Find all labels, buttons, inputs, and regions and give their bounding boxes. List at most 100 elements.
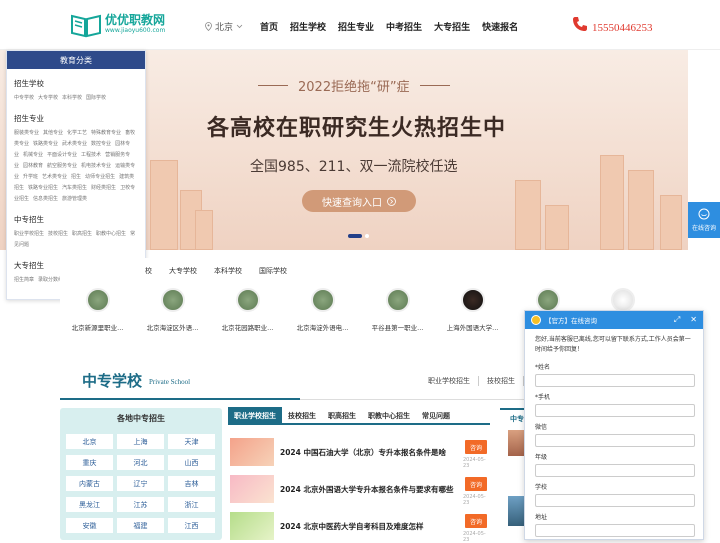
category-link[interactable]: 平面设计专业	[47, 152, 77, 158]
school-card[interactable]: 上海外国语大学...	[435, 288, 510, 332]
news-title[interactable]: 2024 北京中医药大学自考科目及难度怎样	[280, 521, 423, 532]
grade-input[interactable]	[535, 464, 695, 477]
category-link[interactable]: 职教中心招生	[96, 231, 126, 237]
nav-home[interactable]: 首页	[260, 20, 278, 33]
nav-dazhuan[interactable]: 大专招生	[434, 20, 470, 33]
news-tab[interactable]: 职高招生	[322, 407, 362, 424]
category-link[interactable]: 幼师专业招生	[85, 174, 115, 180]
news-date: 2024-05-23	[463, 531, 486, 543]
category-link[interactable]: 招生简章	[14, 277, 34, 283]
region-city-link[interactable]: 重庆	[66, 455, 113, 470]
consult-button[interactable]: 咨询	[465, 477, 487, 491]
region-city-link[interactable]: 江苏	[117, 497, 164, 512]
carousel-dot-active[interactable]	[348, 234, 362, 238]
school-card[interactable]: 北京海淀外语电...	[285, 288, 360, 332]
category-link[interactable]: 航空服务专业	[47, 163, 77, 169]
category-link[interactable]: 本科学校	[62, 95, 82, 101]
school-card[interactable]: 北京花园路职业...	[210, 288, 285, 332]
region-city-link[interactable]: 河北	[117, 455, 164, 470]
school-card[interactable]: 平谷县第一职业...	[360, 288, 435, 332]
consult-button[interactable]: 咨询	[465, 440, 487, 454]
close-icon[interactable]: ✕	[690, 315, 697, 325]
region-city-link[interactable]: 黑龙江	[66, 497, 113, 512]
school-card[interactable]: 北京新源里职业...	[60, 288, 135, 332]
online-consult-tab[interactable]: 在线咨询	[688, 202, 720, 238]
phone-input[interactable]	[535, 404, 695, 417]
category-link[interactable]: 园林教育	[23, 163, 43, 169]
news-item[interactable]: 2024 中国石油大学（北京）专升本报名条件是啥 咨询 2024-05-23	[230, 438, 488, 469]
category-link[interactable]: 职高招生	[72, 231, 92, 237]
news-tab[interactable]: 常见问题	[416, 407, 456, 424]
name-input[interactable]	[535, 374, 695, 387]
section-tab[interactable]: 职业学校招生	[420, 376, 479, 386]
category-link[interactable]: 数控专业	[91, 141, 111, 147]
category-link[interactable]: 艺术类专业	[42, 174, 67, 180]
news-tab[interactable]: 职教中心招生	[362, 407, 416, 424]
news-tab-active[interactable]: 职业学校招生	[228, 407, 282, 424]
category-link[interactable]: 铁路类专业	[33, 141, 58, 147]
category-title[interactable]: 招生学校	[14, 78, 138, 89]
region-city-link[interactable]: 山西	[168, 455, 215, 470]
school-name: 北京花园路职业...	[221, 324, 274, 332]
category-title[interactable]: 招生专业	[14, 113, 138, 124]
expand-icon[interactable]: ⤢	[674, 315, 680, 325]
category-link[interactable]: 旅游管理类	[62, 196, 87, 202]
nav-schools[interactable]: 招生学校	[290, 20, 326, 33]
category-link[interactable]: 工程技术	[81, 152, 101, 158]
category-link[interactable]: 铁路专业招生	[28, 185, 58, 191]
category-link[interactable]: 大专学校	[38, 95, 58, 101]
category-link[interactable]: 机械专业	[23, 152, 43, 158]
region-city-link[interactable]: 辽宁	[117, 476, 164, 491]
school-name: 北京海淀外语电...	[296, 324, 349, 332]
section-tab[interactable]: 技校招生	[479, 376, 524, 386]
category-link[interactable]: 化学工艺	[67, 130, 87, 136]
region-city-link[interactable]: 天津	[168, 434, 215, 449]
region-city-link[interactable]: 内蒙古	[66, 476, 113, 491]
news-title[interactable]: 2024 北京外国语大学专升本报名条件与要求有哪些	[280, 484, 453, 495]
category-link[interactable]: 职业学校招生	[14, 231, 44, 237]
news-title[interactable]: 2024 中国石油大学（北京）专升本报名条件是啥	[280, 447, 446, 458]
phone-contact[interactable]: 15550446253	[572, 14, 653, 34]
category-link[interactable]: 招生	[71, 174, 81, 180]
category-link[interactable]: 汽车类招生	[62, 185, 87, 191]
region-city-link[interactable]: 福建	[117, 518, 164, 533]
region-city-link[interactable]: 上海	[117, 434, 164, 449]
category-link[interactable]: 技校招生	[48, 231, 68, 237]
news-tab[interactable]: 技校招生	[282, 407, 322, 424]
school-tab[interactable]: 本科学校	[214, 266, 242, 276]
category-title[interactable]: 中专招生	[14, 214, 138, 225]
region-city-link[interactable]: 浙江	[168, 497, 215, 512]
region-city-link[interactable]: 江西	[168, 518, 215, 533]
address-input[interactable]	[535, 524, 695, 537]
region-city-link[interactable]: 北京	[66, 434, 113, 449]
city-selector[interactable]: 北京	[205, 20, 243, 33]
category-link[interactable]: 升学班	[23, 174, 38, 180]
category-link[interactable]: 服装类专业	[14, 130, 39, 136]
category-link[interactable]: 国际学校	[86, 95, 106, 101]
school-tab[interactable]: 大专学校	[169, 266, 197, 276]
region-city-link[interactable]: 安徽	[66, 518, 113, 533]
category-link[interactable]: 财经类招生	[91, 185, 116, 191]
school-input[interactable]	[535, 494, 695, 507]
category-link[interactable]: 信息类招生	[33, 196, 58, 202]
school-card[interactable]: 北京海淀区外语...	[135, 288, 210, 332]
news-item[interactable]: 2024 北京外国语大学专升本报名条件与要求有哪些 咨询 2024-05-23	[230, 475, 488, 506]
category-schools: 招生学校 中专学校 大专学校 本科学校 国际学校	[7, 78, 145, 104]
category-link[interactable]: 其他专业	[43, 130, 63, 136]
school-tab[interactable]: 国际学校	[259, 266, 287, 276]
quick-query-button[interactable]: 快速查询入口	[302, 190, 416, 212]
consult-button[interactable]: 咨询	[465, 514, 487, 528]
nav-majors[interactable]: 招生专业	[338, 20, 374, 33]
category-link[interactable]: 机电技术专业	[81, 163, 111, 169]
region-city-link[interactable]: 吉林	[168, 476, 215, 491]
category-link[interactable]: 中专学校	[14, 95, 34, 101]
carousel-dot[interactable]	[365, 234, 369, 238]
nav-quick-signup[interactable]: 快速报名	[482, 20, 518, 33]
nav-zhongkao[interactable]: 中考招生	[386, 20, 422, 33]
wechat-input[interactable]	[535, 434, 695, 447]
category-link[interactable]: 特殊教育专业	[91, 130, 121, 136]
news-item[interactable]: 2024 北京中医药大学自考科目及难度怎样 咨询 2024-05-23	[230, 512, 488, 543]
school-tab[interactable]: 校	[145, 266, 152, 276]
banner-title: 各高校在职研究生火热招生中	[207, 116, 507, 141]
category-link[interactable]: 武术类专业	[62, 141, 87, 147]
